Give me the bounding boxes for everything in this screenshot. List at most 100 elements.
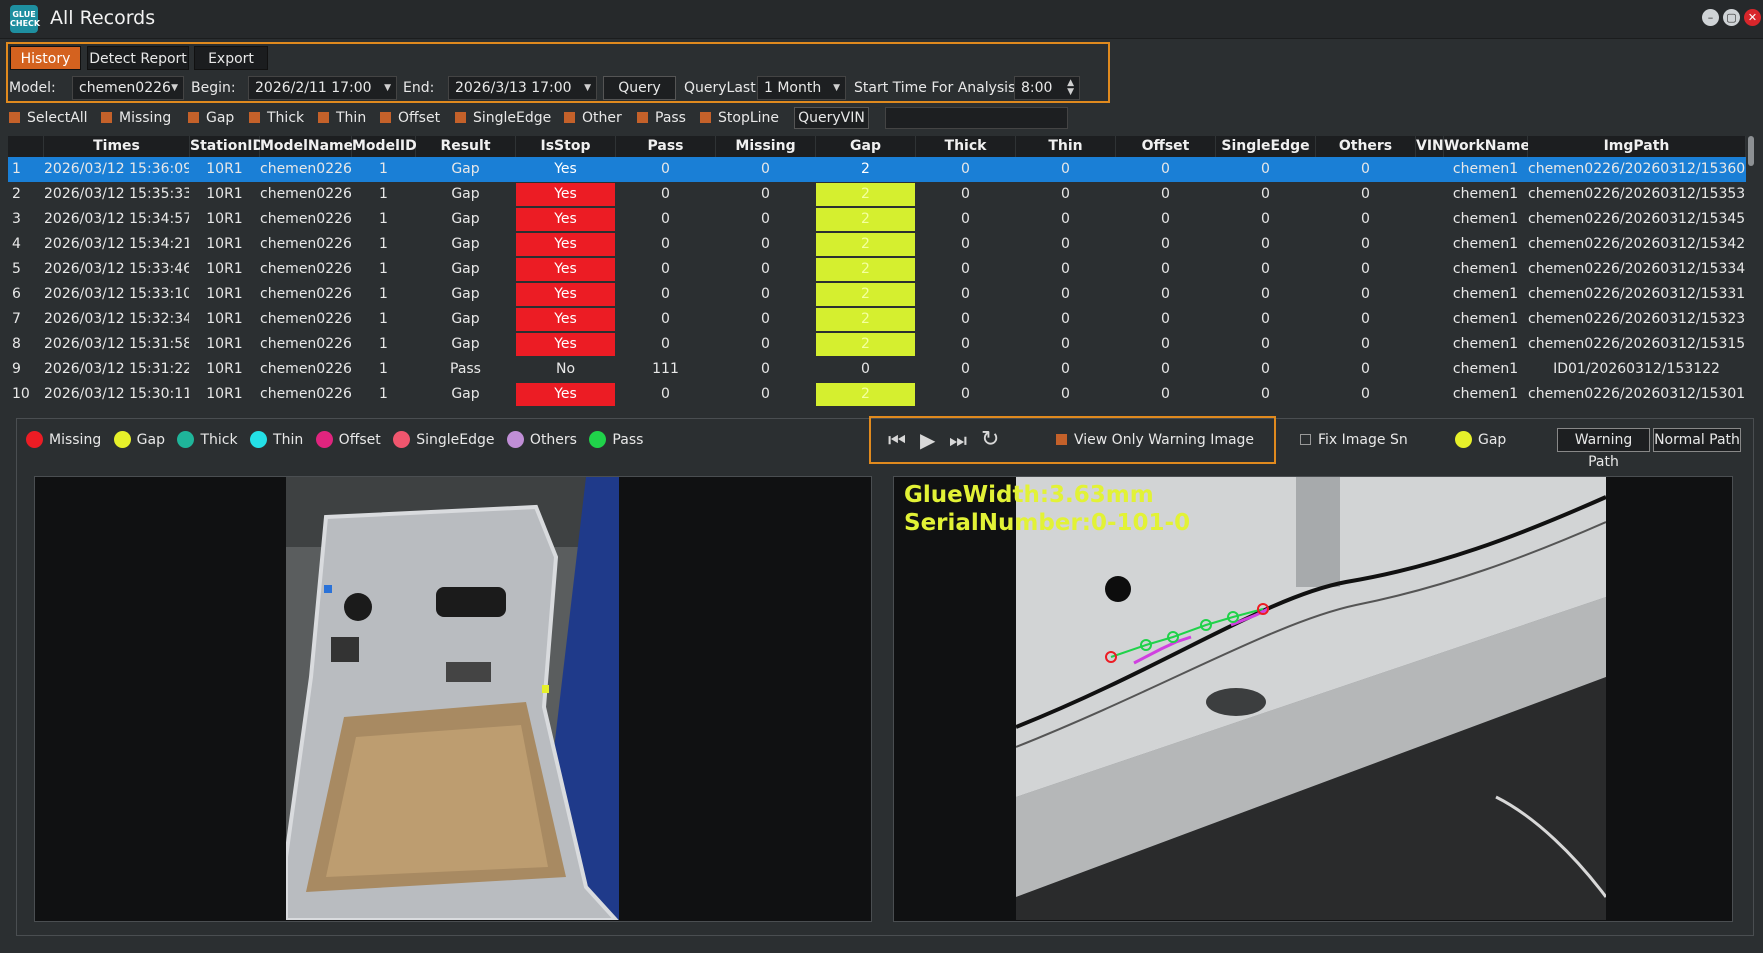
cell-pass: 111 — [652, 361, 679, 377]
col-modelname[interactable]: ModelName — [260, 136, 353, 157]
filter-label: Thin — [336, 110, 367, 126]
cell-offset: 0 — [1161, 211, 1170, 227]
table-row[interactable]: 2 2026/03/12 15:35:33 10R1 chemen0226 1 Gap Ye… — [8, 182, 1746, 207]
col-times[interactable]: Times — [44, 136, 190, 157]
title-bar — [0, 0, 1763, 39]
filter-selectall[interactable]: SelectAll — [9, 109, 88, 127]
query-vin-button[interactable]: QueryVIN — [794, 107, 869, 129]
cell-model: chemen0226 — [260, 386, 351, 402]
col-result[interactable]: Result — [416, 136, 516, 157]
view-only-warning-checkbox[interactable]: View Only Warning Image — [1056, 431, 1254, 449]
cell-missing: 0 — [761, 186, 770, 202]
table-row[interactable]: 6 2026/03/12 15:33:10 10R1 chemen0226 1 Gap Ye… — [8, 282, 1746, 307]
skip-back-icon[interactable]: ⏮ — [888, 428, 906, 452]
close-icon[interactable]: ✕ — [1744, 9, 1761, 26]
begin-datetime[interactable]: 2026/2/11 17:00 ▼ — [248, 76, 397, 100]
filter-missing[interactable]: Missing — [101, 109, 171, 127]
col-isstop[interactable]: IsStop — [516, 136, 616, 157]
filter-thick[interactable]: Thick — [249, 109, 304, 127]
checkbox-icon[interactable] — [188, 112, 199, 123]
cell-single: 0 — [1261, 361, 1270, 377]
filter-stopline[interactable]: StopLine — [700, 109, 779, 127]
table-row[interactable]: 7 2026/03/12 15:32:34 10R1 chemen0226 1 Gap Ye… — [8, 307, 1746, 332]
filter-offset[interactable]: Offset — [380, 109, 440, 127]
cell-times: 2026/03/12 15:36:09 — [44, 161, 189, 177]
table-row[interactable]: 5 2026/03/12 15:33:46 10R1 chemen0226 1 Gap Ye… — [8, 257, 1746, 282]
cell-offset: 0 — [1161, 236, 1170, 252]
col-workname[interactable]: WorkName — [1444, 136, 1530, 157]
vin-input[interactable] — [885, 107, 1068, 129]
cell-times: 2026/03/12 15:31:58 — [44, 336, 189, 352]
query-button[interactable]: Query — [603, 76, 676, 100]
cell-missing: 0 — [761, 311, 770, 327]
checkbox-icon[interactable] — [318, 112, 329, 123]
col-singleedge[interactable]: SingleEdge — [1216, 136, 1316, 157]
minimize-icon[interactable]: – — [1702, 9, 1719, 26]
cell-others: 0 — [1361, 211, 1370, 227]
cell-others: 0 — [1361, 261, 1370, 277]
query-last-select[interactable]: 1 Month ▼ — [757, 76, 846, 100]
maximize-icon[interactable]: ▢ — [1723, 9, 1740, 26]
table-row[interactable]: 10 2026/03/12 15:30:11 10R1 chemen0226 1 Gap Y… — [8, 382, 1746, 407]
table-row[interactable]: 9 2026/03/12 15:31:22 10R1 chemen0226 1 Pass N… — [8, 357, 1746, 382]
cell-model: chemen0226 — [260, 361, 351, 377]
cell-work: chemen1 — [1452, 186, 1519, 202]
checkbox-icon[interactable] — [700, 112, 711, 123]
warning-path-button[interactable]: Warning Path — [1557, 428, 1650, 470]
table-row[interactable]: 3 2026/03/12 15:34:57 10R1 chemen0226 1 Gap Ye… — [8, 207, 1746, 232]
model-label: Model: — [9, 80, 56, 96]
play-icon[interactable]: ▶ — [920, 428, 935, 452]
table-scrollbar[interactable] — [1748, 136, 1754, 166]
cell-n: 9 — [12, 361, 21, 377]
tab-export[interactable]: Export — [194, 46, 268, 70]
filter-other[interactable]: Other — [564, 109, 622, 127]
col-thin[interactable]: Thin — [1016, 136, 1116, 157]
filter-pass[interactable]: Pass — [637, 109, 686, 127]
cell-work: chemen1 — [1452, 311, 1519, 327]
cell-times: 2026/03/12 15:33:10 — [44, 286, 189, 302]
col-offset[interactable]: Offset — [1116, 136, 1216, 157]
col-missing[interactable]: Missing — [716, 136, 816, 157]
start-time-spinner[interactable]: 8:00 ▲ ▼ — [1014, 76, 1080, 100]
tab-history[interactable]: History — [10, 46, 81, 70]
normal-path-button[interactable]: Normal Path — [1653, 428, 1741, 452]
cell-n: 3 — [12, 211, 21, 227]
table-row[interactable]: 8 2026/03/12 15:31:58 10R1 chemen0226 1 Gap Ye… — [8, 332, 1746, 357]
filter-thin[interactable]: Thin — [318, 109, 366, 127]
checkbox-icon[interactable] — [380, 112, 391, 123]
col-thick[interactable]: Thick — [916, 136, 1016, 157]
tab-detect-report[interactable]: Detect Report — [87, 46, 189, 70]
checkbox-icon[interactable] — [101, 112, 112, 123]
legend-item-gap: Gap — [113, 431, 165, 448]
end-datetime[interactable]: 2026/3/13 17:00 ▼ — [448, 76, 597, 100]
col-pass[interactable]: Pass — [616, 136, 716, 157]
col-vin[interactable]: VIN — [1416, 136, 1444, 157]
table-row[interactable]: 1 2026/03/12 15:36:09 10R1 chemen0226 1 Gap Ye… — [8, 157, 1746, 182]
legend-label: SingleEdge — [416, 432, 495, 448]
cell-offset: 0 — [1161, 286, 1170, 302]
checkbox-icon[interactable] — [1300, 434, 1311, 445]
checkbox-icon[interactable] — [1056, 434, 1067, 445]
table-row[interactable]: 4 2026/03/12 15:34:21 10R1 chemen0226 1 Gap Ye… — [8, 232, 1746, 257]
cell-n: 7 — [12, 311, 21, 327]
col-stationid[interactable]: StationID — [190, 136, 264, 157]
cell-others: 0 — [1361, 286, 1370, 302]
checkbox-icon[interactable] — [249, 112, 260, 123]
checkbox-icon[interactable] — [564, 112, 575, 123]
checkbox-icon[interactable] — [9, 112, 20, 123]
col-imgpath[interactable]: ImgPath — [1528, 136, 1746, 157]
model-select[interactable]: chemen0226 ▼ — [72, 76, 184, 100]
checkbox-icon[interactable] — [637, 112, 648, 123]
fix-image-sn-checkbox[interactable]: Fix Image Sn — [1300, 431, 1408, 449]
filter-singleedge[interactable]: SingleEdge — [455, 109, 551, 127]
refresh-icon[interactable]: ↻ — [981, 428, 999, 452]
cell-station: 10R1 — [206, 186, 243, 202]
col-modelid[interactable]: ModelID — [352, 136, 417, 157]
filter-gap[interactable]: Gap — [188, 109, 234, 127]
skip-forward-icon[interactable]: ⏭ — [949, 428, 967, 452]
cell-thin: 0 — [1061, 186, 1070, 202]
col-others[interactable]: Others — [1316, 136, 1416, 157]
col-gap[interactable]: Gap — [816, 136, 916, 157]
spinner-arrows-icon[interactable]: ▲ ▼ — [1067, 79, 1074, 97]
checkbox-icon[interactable] — [455, 112, 466, 123]
